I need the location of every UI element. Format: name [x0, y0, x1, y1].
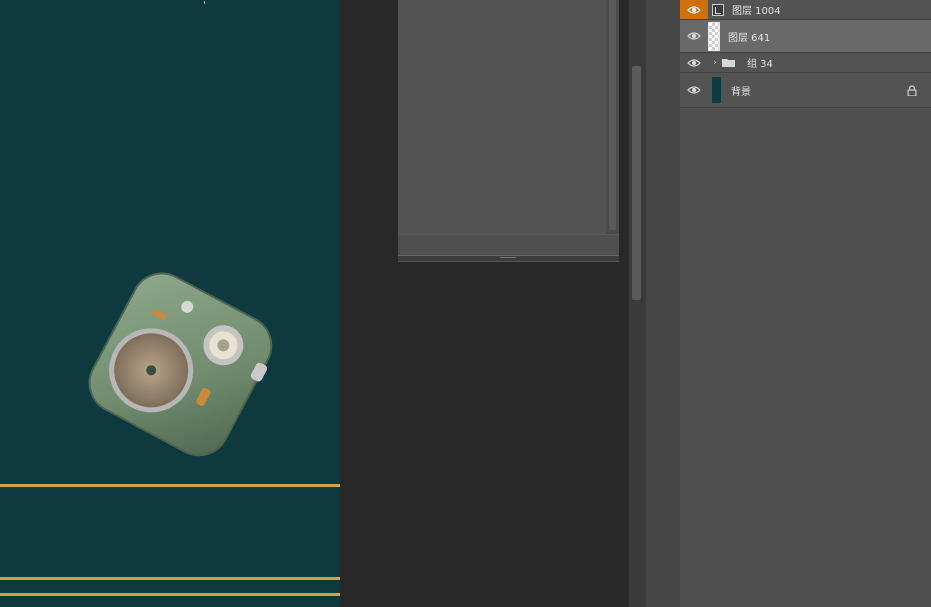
- floating-panel-resize-edge[interactable]: [398, 255, 619, 261]
- floating-panel: [398, 0, 619, 262]
- eye-icon: [687, 86, 701, 94]
- layer-name[interactable]: 组 34: [747, 55, 773, 70]
- eye-icon: [687, 5, 701, 14]
- layer-name[interactable]: 背景: [731, 83, 751, 98]
- canvas-scroll-thumb[interactable]: [632, 66, 641, 300]
- gold-line-3: [0, 593, 340, 596]
- layer-row[interactable]: 背景: [680, 73, 931, 108]
- folder-icon: [722, 58, 735, 67]
- panel-dock-column: [645, 0, 681, 607]
- layer-row-selected[interactable]: 图层 641: [680, 20, 931, 53]
- background-thumbnail: [712, 77, 721, 103]
- layer-name[interactable]: 图层 1004: [732, 2, 781, 17]
- canvas-vertical-scrollbar[interactable]: [629, 0, 645, 607]
- layer-row[interactable]: › 组 34: [680, 53, 931, 73]
- layer-visibility-toggle[interactable]: [680, 73, 708, 107]
- floating-panel-scroll-thumb[interactable]: [609, 0, 616, 230]
- layer-name[interactable]: 图层 641: [728, 29, 770, 44]
- resize-grip-icon[interactable]: [500, 257, 516, 258]
- gold-line-1: [0, 484, 340, 487]
- eye-icon: [687, 32, 701, 40]
- canvas-speck: [204, 1, 205, 4]
- layer-row[interactable]: 图层 1004: [680, 0, 931, 20]
- layer-visibility-toggle[interactable]: [680, 0, 708, 19]
- floating-panel-footer: [398, 235, 619, 255]
- gold-line-2: [0, 577, 340, 580]
- lock-icon: [907, 85, 917, 96]
- layer-visibility-toggle[interactable]: [680, 53, 708, 72]
- floating-panel-scrollbar[interactable]: [606, 0, 619, 234]
- layer-visibility-toggle[interactable]: [680, 20, 708, 52]
- chevron-right-icon[interactable]: ›: [710, 58, 720, 68]
- smart-object-thumbnail-icon: [712, 3, 724, 16]
- layers-panel: 图层 1004 图层 641 › 组 34 背景: [680, 0, 931, 607]
- transparent-layer-thumbnail-icon: [708, 21, 720, 51]
- document-canvas[interactable]: [0, 0, 340, 607]
- radio-speaker-image: [88, 272, 273, 457]
- eye-icon: [687, 58, 701, 67]
